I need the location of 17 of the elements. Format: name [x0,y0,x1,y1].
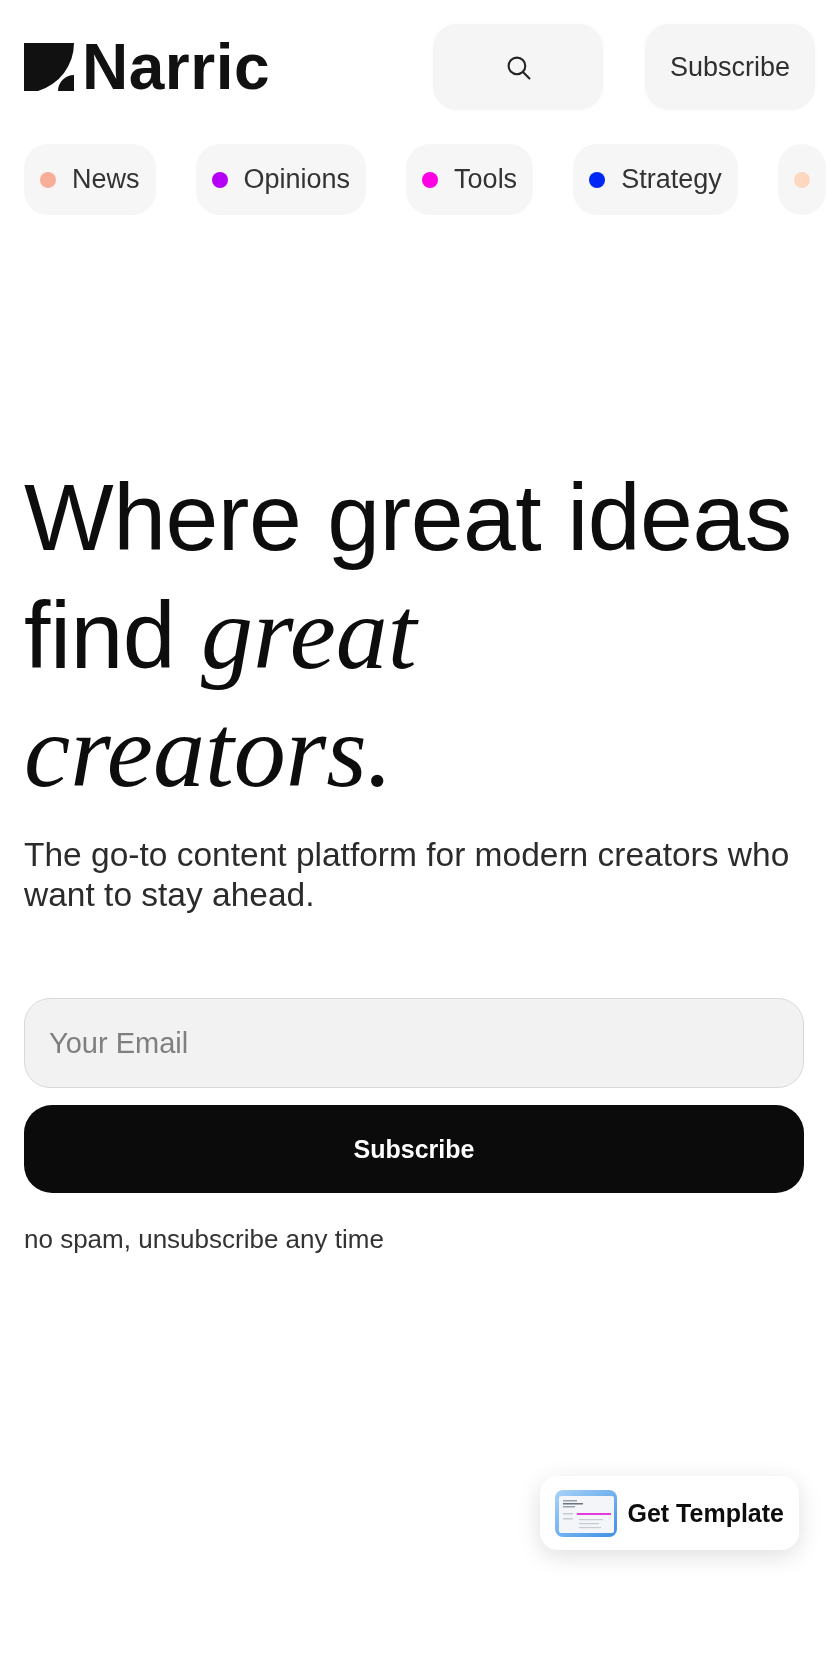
note-text: no spam, unsubscribe any time [24,1223,385,1255]
search-button[interactable] [433,24,603,110]
category-pill[interactable]: Strategy [573,144,738,215]
logo-mark-icon [24,43,74,91]
headline: Where great ideas find great creators. [24,463,793,810]
subtitle: The go-to content platform for modern creators who want to stay ahead. [24,835,791,915]
email-field[interactable]: Your Email [24,998,804,1088]
search-icon [505,54,531,80]
category-pill[interactable]: Tools [406,144,534,215]
subscribe-button[interactable]: Subscribe [645,24,815,110]
category-pill[interactable]: News [24,144,156,215]
category-pill[interactable] [777,144,826,215]
logo-wordmark[interactable]: Narric [82,35,270,99]
category-pill[interactable]: Opinions [195,144,367,215]
template-thumbnail [555,1489,618,1537]
subscribe-submit-button[interactable]: Subscribe [24,1105,804,1193]
get-template-button[interactable]: Get Template [540,1476,799,1550]
